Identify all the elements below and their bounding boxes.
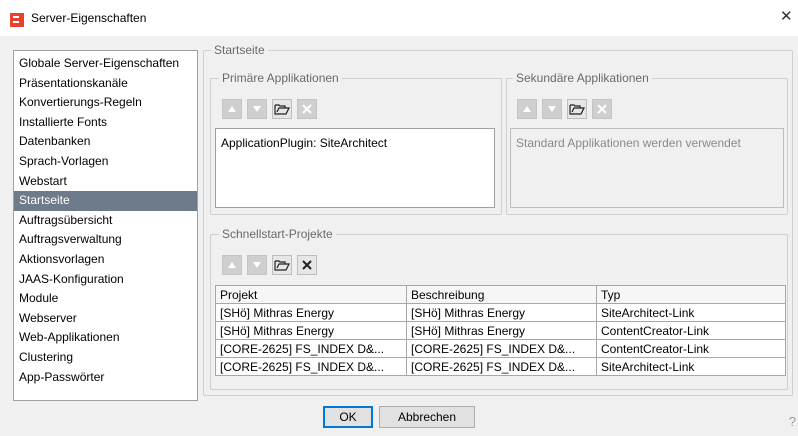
- secondary-apps-title: Sekundäre Applikationen: [513, 71, 652, 85]
- move-down-button[interactable]: [542, 99, 562, 119]
- quickstart-title: Schnellstart-Projekte: [219, 227, 336, 241]
- cell-beschreibung: [SHö] Mithras Energy: [406, 321, 597, 340]
- open-button[interactable]: [272, 255, 292, 275]
- ok-button[interactable]: OK: [323, 406, 373, 428]
- arrow-up-icon: [228, 106, 236, 112]
- table-row[interactable]: [SHö] Mithras Energy [SHö] Mithras Energ…: [215, 303, 786, 322]
- sidebar-item[interactable]: Auftragsübersicht: [14, 211, 197, 231]
- remove-button[interactable]: [297, 99, 317, 119]
- move-up-button[interactable]: [222, 99, 242, 119]
- cell-projekt: [CORE-2625] FS_INDEX D&...: [215, 357, 407, 376]
- delete-x-icon: [302, 260, 312, 270]
- sidebar-item[interactable]: Installierte Fonts: [14, 113, 197, 133]
- delete-x-icon: [302, 104, 312, 114]
- table-header-row: Projekt Beschreibung Typ: [215, 285, 786, 304]
- cell-beschreibung: [CORE-2625] FS_INDEX D&...: [406, 357, 597, 376]
- sidebar-item[interactable]: JAAS-Konfiguration: [14, 270, 197, 290]
- list-item[interactable]: ApplicationPlugin: SiteArchitect: [221, 136, 387, 150]
- move-up-button[interactable]: [222, 255, 242, 275]
- table-row[interactable]: [CORE-2625] FS_INDEX D&... [CORE-2625] F…: [215, 339, 786, 358]
- sidebar-item[interactable]: Webserver: [14, 309, 197, 329]
- primary-apps-title: Primäre Applikationen: [219, 71, 342, 85]
- close-icon[interactable]: ✕: [780, 6, 798, 28]
- arrow-down-icon: [253, 262, 261, 268]
- table-row[interactable]: [SHö] Mithras Energy [SHö] Mithras Energ…: [215, 321, 786, 340]
- sidebar-item[interactable]: Datenbanken: [14, 132, 197, 152]
- sidebar-item[interactable]: Clustering: [14, 348, 197, 368]
- cell-projekt: [CORE-2625] FS_INDEX D&...: [215, 339, 407, 358]
- sidebar-item[interactable]: Sprach-Vorlagen: [14, 152, 197, 172]
- startseite-group-title: Startseite: [211, 43, 268, 57]
- secondary-toolbar: [517, 99, 612, 119]
- arrow-down-icon: [253, 106, 261, 112]
- column-header-projekt[interactable]: Projekt: [215, 285, 407, 304]
- sidebar-item[interactable]: Web-Applikationen: [14, 328, 197, 348]
- open-button[interactable]: [272, 99, 292, 119]
- open-button[interactable]: [567, 99, 587, 119]
- arrow-down-icon: [548, 106, 556, 112]
- table-row[interactable]: [CORE-2625] FS_INDEX D&... [CORE-2625] F…: [215, 357, 786, 376]
- sidebar-item[interactable]: App-Passwörter: [14, 368, 197, 388]
- folder-open-icon: [569, 104, 585, 115]
- sidebar-item[interactable]: Präsentationskanäle: [14, 74, 197, 94]
- cell-beschreibung: [CORE-2625] FS_INDEX D&...: [406, 339, 597, 358]
- move-down-button[interactable]: [247, 255, 267, 275]
- quickstart-toolbar: [222, 255, 317, 275]
- sidebar-item[interactable]: Module: [14, 289, 197, 309]
- primary-toolbar: [222, 99, 317, 119]
- cell-typ: ContentCreator-Link: [596, 339, 786, 358]
- sidebar-item[interactable]: Globale Server-Eigenschaften: [14, 54, 197, 74]
- folder-open-icon: [274, 260, 290, 271]
- dialog-body: Globale Server-Eigenschaften Präsentation…: [0, 36, 798, 436]
- title-bar: Server-Eigenschaften ✕: [0, 0, 798, 36]
- column-header-beschreibung[interactable]: Beschreibung: [406, 285, 597, 304]
- arrow-up-icon: [523, 106, 531, 112]
- cell-typ: SiteArchitect-Link: [596, 357, 786, 376]
- sidebar-item[interactable]: Auftragsverwaltung: [14, 230, 197, 250]
- sidebar-item[interactable]: Webstart: [14, 172, 197, 192]
- category-list[interactable]: Globale Server-Eigenschaften Präsentation…: [13, 50, 198, 401]
- help-icon[interactable]: ?: [789, 414, 796, 429]
- cell-typ: ContentCreator-Link: [596, 321, 786, 340]
- cell-beschreibung: [SHö] Mithras Energy: [406, 303, 597, 322]
- remove-button[interactable]: [297, 255, 317, 275]
- secondary-apps-list[interactable]: Standard Applikationen werden verwendet: [510, 128, 784, 208]
- column-header-typ[interactable]: Typ: [596, 285, 786, 304]
- primary-apps-list[interactable]: ApplicationPlugin: SiteArchitect: [215, 128, 495, 208]
- empty-placeholder: Standard Applikationen werden verwendet: [516, 136, 741, 150]
- sidebar-item[interactable]: Startseite: [14, 191, 197, 211]
- window-title: Server-Eigenschaften: [31, 11, 147, 25]
- cell-projekt: [SHö] Mithras Energy: [215, 303, 407, 322]
- move-up-button[interactable]: [517, 99, 537, 119]
- app-icon: [10, 13, 24, 27]
- cell-projekt: [SHö] Mithras Energy: [215, 321, 407, 340]
- cancel-button[interactable]: Abbrechen: [379, 406, 475, 428]
- arrow-up-icon: [228, 262, 236, 268]
- sidebar-item[interactable]: Konvertierungs-Regeln: [14, 93, 197, 113]
- delete-x-icon: [597, 104, 607, 114]
- move-down-button[interactable]: [247, 99, 267, 119]
- folder-open-icon: [274, 104, 290, 115]
- cell-typ: SiteArchitect-Link: [596, 303, 786, 322]
- remove-button[interactable]: [592, 99, 612, 119]
- quickstart-table[interactable]: Projekt Beschreibung Typ [SHö] Mithras E…: [215, 285, 786, 376]
- sidebar-item[interactable]: Aktionsvorlagen: [14, 250, 197, 270]
